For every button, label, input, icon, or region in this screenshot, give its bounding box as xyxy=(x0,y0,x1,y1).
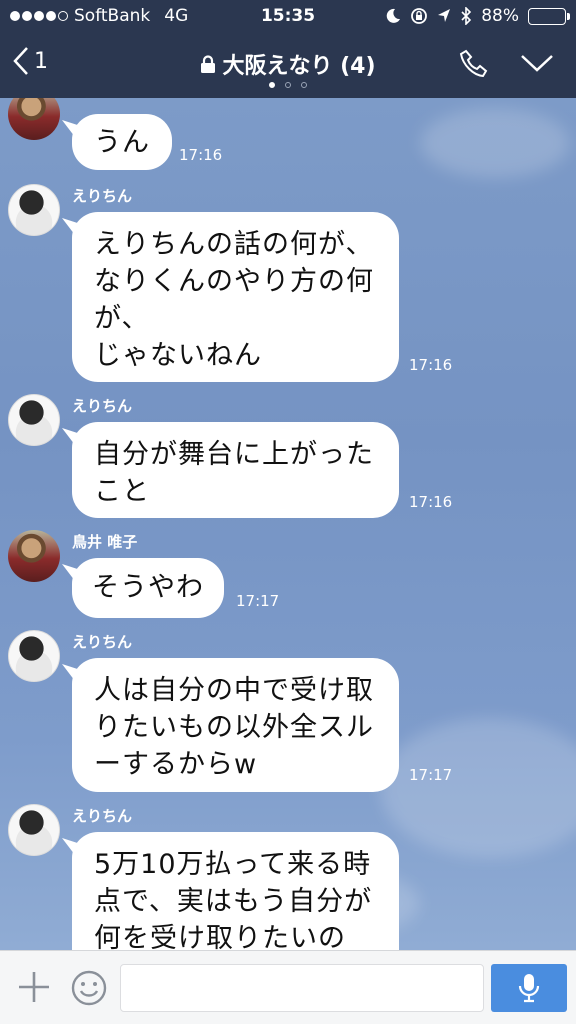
phone-call-button[interactable] xyxy=(458,48,490,80)
emoji-icon[interactable] xyxy=(70,969,108,1007)
avatar[interactable] xyxy=(8,530,60,582)
background-cloud xyxy=(380,718,576,858)
moon-icon xyxy=(386,8,401,23)
message-text: えりちんの話の何が、 なりくんのやり方の何 が、 じゃないねん xyxy=(94,229,374,371)
avatar[interactable] xyxy=(8,394,60,446)
message-bubble[interactable]: 自分が舞台に上がった こと xyxy=(72,422,399,518)
chat-area[interactable]: うん 17:16 えりちん えりちんの話の何が、 なりくんのやり方の何 が、 じ… xyxy=(0,98,576,950)
message-text: 5万10万払って来る時 点で、実はもう自分が 何を受け取りたいの xyxy=(94,849,373,950)
message-text: 人は自分の中で受け取 りたいもの以外全スル ーするからw xyxy=(94,675,374,780)
avatar[interactable] xyxy=(8,98,60,140)
message-bubble[interactable]: えりちんの話の何が、 なりくんのやり方の何 が、 じゃないねん xyxy=(72,212,399,382)
lock-icon xyxy=(201,55,216,73)
status-right: 88% xyxy=(385,6,570,26)
message-time: 17:16 xyxy=(409,493,453,511)
bluetooth-icon xyxy=(461,7,472,25)
microphone-icon xyxy=(518,974,540,1003)
background-cloud xyxy=(420,108,570,178)
sender-name: えりちん xyxy=(72,633,133,651)
location-icon xyxy=(438,9,451,22)
message-text: うん xyxy=(94,127,150,158)
message-time: 17:17 xyxy=(409,766,453,784)
message-bubble[interactable]: そうやわ xyxy=(72,558,224,618)
message-text: そうやわ xyxy=(92,572,204,603)
status-bar: SoftBank 4G 15:35 88% xyxy=(0,0,576,32)
message-time: 17:17 xyxy=(236,592,280,610)
chevron-down-menu-button[interactable] xyxy=(520,52,554,74)
chat-title-text: 大阪えなり (4) xyxy=(222,54,376,79)
avatar[interactable] xyxy=(8,630,60,682)
page-indicator xyxy=(0,82,576,88)
message-input[interactable] xyxy=(120,964,484,1012)
avatar[interactable] xyxy=(8,184,60,236)
sender-name: えりちん xyxy=(72,807,133,825)
page-dot xyxy=(269,82,275,88)
message-text: 自分が舞台に上がった こと xyxy=(94,439,374,507)
avatar[interactable] xyxy=(8,804,60,856)
battery-icon xyxy=(528,7,570,25)
message-input-bar xyxy=(0,950,576,1024)
rotation-lock-icon xyxy=(411,8,428,24)
chat-header: 1 大阪えなり (4) xyxy=(0,32,576,98)
voice-input-button[interactable] xyxy=(491,964,567,1012)
sender-name: えりちん xyxy=(72,397,133,415)
message-bubble[interactable]: 5万10万払って来る時 点で、実はもう自分が 何を受け取りたいの xyxy=(72,832,399,950)
battery-percent: 88% xyxy=(481,6,519,26)
page-dot xyxy=(285,82,291,88)
plus-icon[interactable] xyxy=(16,969,52,1005)
message-bubble[interactable]: うん xyxy=(72,114,172,170)
sender-name: えりちん xyxy=(72,187,133,205)
page-dot xyxy=(301,82,307,88)
message-bubble[interactable]: 人は自分の中で受け取 りたいもの以外全スル ーするからw xyxy=(72,658,399,792)
message-time: 17:16 xyxy=(179,146,223,164)
message-time: 17:16 xyxy=(409,356,453,374)
sender-name: 鳥井 唯子 xyxy=(72,533,138,551)
